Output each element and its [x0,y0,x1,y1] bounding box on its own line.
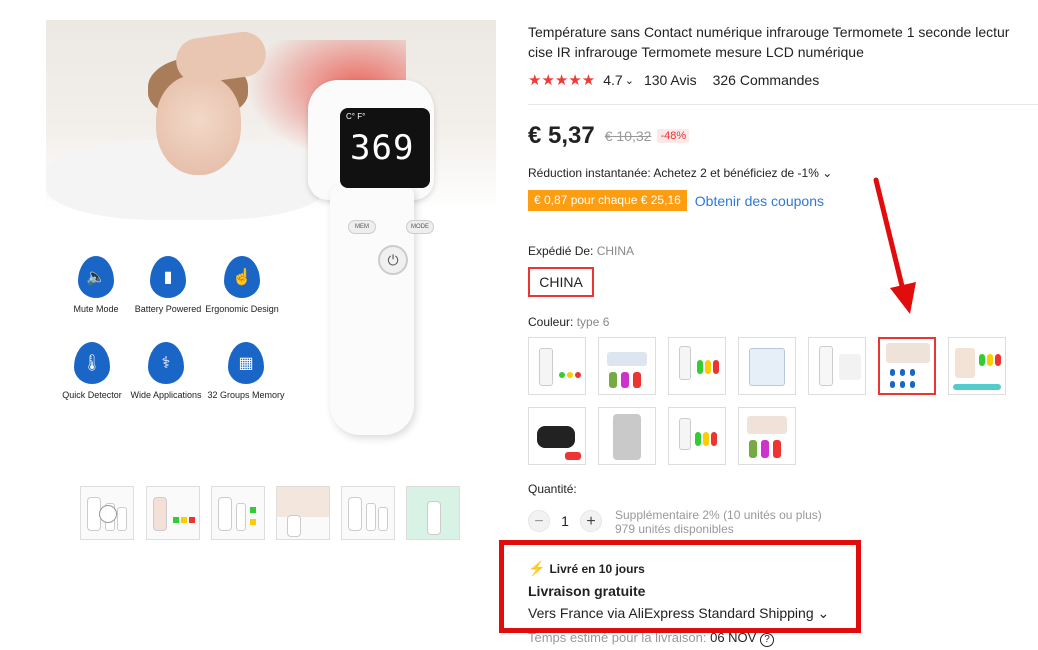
feature-label: Wide Applications [130,390,202,400]
discount-badge: -48% [657,129,690,143]
product-title-line2: cise IR infrarouge Termomete mesure LCD … [528,44,864,60]
device-screen: C° F° 369 [340,108,430,188]
thumbnail-image[interactable] [406,486,460,540]
feature-battery: ▮ Battery Powered [128,256,208,314]
quantity-stepper: − 1 + [528,510,602,532]
color-value: type 6 [576,315,610,329]
unit-label: C° F° [346,112,366,121]
feature-label: Battery Powered [134,304,202,314]
color-swatch-type-6[interactable] [878,337,936,395]
thumbnail-image[interactable] [341,486,395,540]
feature-wide-applications: ⚕ Wide Applications [126,342,206,400]
thumbnail-image[interactable] [211,486,265,540]
quantity-label: Quantité: [528,482,577,496]
mem-button-label: MEM [348,220,376,234]
help-icon[interactable]: ? [759,633,774,647]
delivery-info-box: ⚡ Livré en 10 jours Livraison gratuite V… [499,540,861,633]
hand-icon: ☝ [224,256,260,298]
mode-button-label: MODE [406,220,434,234]
get-coupons-link[interactable]: Obtenir des coupons [695,193,824,209]
play-icon [99,505,117,523]
feature-ergonomic: ☝ Ergonomic Design [202,256,282,314]
original-price: € 10,32 [604,128,652,144]
product-title: Température sans Contact numérique infra… [528,22,1038,62]
color-swatch-type-10[interactable] [668,407,726,465]
orders-count: 326 Commandes [712,72,820,88]
main-product-image[interactable]: C° F° 369 MEM MODE ⏻ 🔈 Mute Mode ▮ Batte… [46,20,496,470]
fast-delivery-badge: ⚡ Livré en 10 jours [528,560,645,576]
color-swatch-type-2[interactable] [598,337,656,395]
thumbnail-image[interactable] [146,486,200,540]
feature-label: Mute Mode [73,304,119,314]
thermometer-device: C° F° 369 MEM MODE ⏻ [308,80,434,435]
rating-row: ★★★★★ 4.7 ⌄ 130 Avis 326 Commandes [528,71,819,89]
ship-from-option-china[interactable]: CHINA [528,267,594,297]
color-swatch-type-8[interactable] [528,407,586,465]
shipping-method[interactable]: Vers France via AliExpress Standard Ship… [528,605,829,622]
thermometer-icon: 🌡 [74,342,110,384]
chevron-down-icon[interactable]: ⌄ [625,74,634,87]
reviews-link[interactable]: 130 Avis [644,72,697,88]
speaker-icon: 🔈 [78,256,114,298]
coupon-row: € 0,87 pour chaque € 25,16 Obtenir des c… [528,190,824,211]
free-shipping: Livraison gratuite [528,583,646,599]
child-photo [126,28,276,195]
price-row: € 5,37 € 10,32 -48% [528,122,690,150]
rating-stars: ★★★★★ [528,72,596,89]
thumbnail-video[interactable] [80,486,134,540]
bulk-discount-text: Supplémentaire 2% (10 unités ou plus) [615,508,822,522]
color-swatch-type-7[interactable] [948,337,1006,395]
feature-quick-detector: 🌡 Quick Detector [52,342,132,400]
calendar-icon: ▦ [228,342,264,384]
quantity-info: Supplémentaire 2% (10 unités ou plus) 97… [615,508,822,536]
rating-value[interactable]: 4.7 [603,72,622,88]
coupon-tag: € 0,87 pour chaque € 25,16 [528,190,687,211]
battery-icon: ▮ [150,256,186,298]
temperature-reading: 369 [350,128,415,168]
quantity-value[interactable]: 1 [550,513,580,529]
ship-from-label: Expédié De: CHINA [528,244,635,258]
stock-available: 979 unités disponibles [615,522,734,536]
medical-icon: ⚕ [148,342,184,384]
feature-mute-mode: 🔈 Mute Mode [56,256,136,314]
color-swatch-type-11[interactable] [738,407,796,465]
current-price: € 5,37 [528,122,595,149]
lightning-icon: ⚡ [528,560,546,576]
color-swatch-type-3[interactable] [668,337,726,395]
decrease-button[interactable]: − [528,510,550,532]
color-swatch-type-9[interactable] [598,407,656,465]
instant-discount[interactable]: Réduction instantanée: Achetez 2 et béné… [528,166,832,180]
feature-label: Ergonomic Design [205,304,279,314]
color-label: Couleur: type 6 [528,315,610,329]
feature-label: Quick Detector [62,390,122,400]
increase-button[interactable]: + [580,510,602,532]
color-swatch-type-1[interactable] [528,337,586,395]
divider [528,104,1038,105]
product-title-line1: Température sans Contact numérique infra… [528,24,1010,40]
thumbnail-image[interactable] [276,486,330,540]
color-swatch-type-4[interactable] [738,337,796,395]
power-icon: ⏻ [378,245,408,275]
feature-label: 32 Groups Memory [207,390,285,400]
ship-from-value: CHINA [596,244,635,258]
feature-memory: ▦ 32 Groups Memory [206,342,286,400]
color-swatch-type-5[interactable] [808,337,866,395]
